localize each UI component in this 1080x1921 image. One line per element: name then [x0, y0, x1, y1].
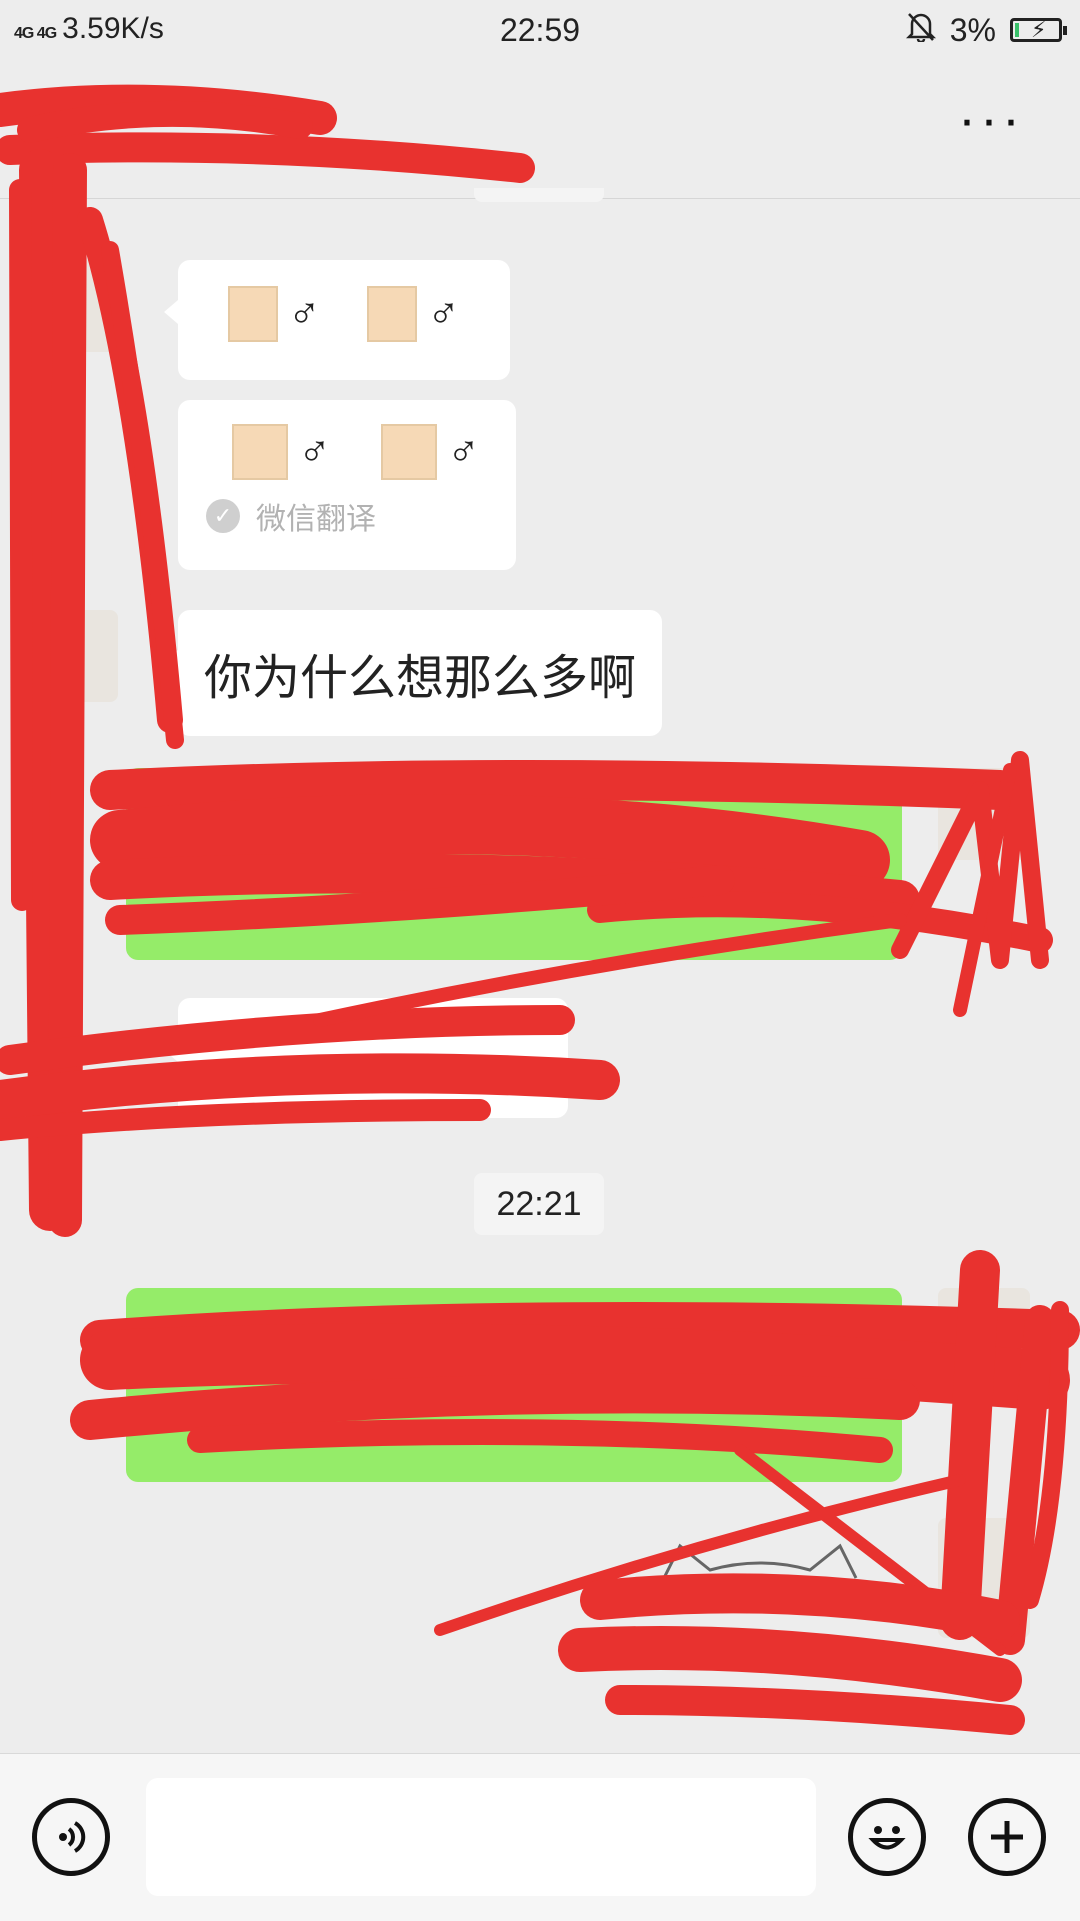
redaction-scribbles: [0, 84, 1080, 1735]
input-bar: [0, 1753, 1080, 1921]
emoji-icon[interactable]: [848, 1798, 926, 1876]
chat-messages[interactable]: ♂ ♂ ♂ ♂ ✓ 微信翻译 你为什么想那么多啊 22:21: [0, 84, 1080, 1753]
message-input[interactable]: [146, 1778, 816, 1896]
plus-icon[interactable]: [968, 1798, 1046, 1876]
voice-icon[interactable]: [32, 1798, 110, 1876]
